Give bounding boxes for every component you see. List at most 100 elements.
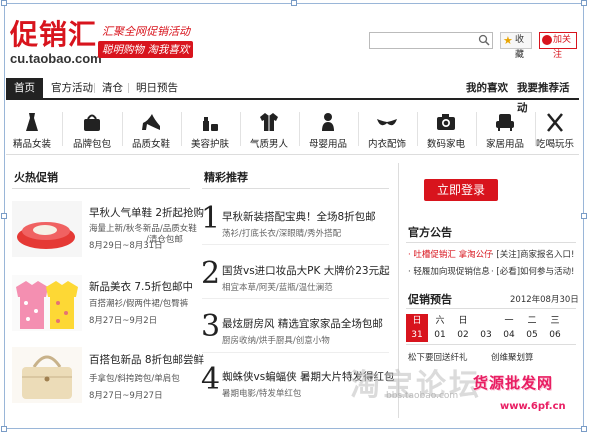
row-divider — [202, 352, 389, 353]
tagline-badge: 聪明购物 淘我喜欢 — [98, 41, 194, 58]
category-label: 气质男人 — [249, 139, 288, 150]
resize-handle[interactable] — [1, 426, 7, 432]
site-logo[interactable]: 促销汇 — [10, 20, 97, 50]
preview-date: 2012年08月30日 — [510, 295, 579, 305]
calendar-weekday: 日 — [458, 316, 468, 326]
resize-handle[interactable] — [581, 213, 587, 219]
recommend-link[interactable]: 我要推荐活动 — [517, 78, 579, 114]
category-divider — [299, 112, 300, 146]
resize-handle[interactable] — [1, 213, 7, 219]
category-item[interactable]: 吃喝玩乐 — [531, 106, 579, 152]
category-divider — [240, 112, 241, 146]
category-item[interactable]: 精品女装 — [8, 106, 56, 152]
nav-divider — [94, 83, 95, 93]
category-label: 吃喝玩乐 — [535, 139, 574, 150]
category-item[interactable]: 家居用品 — [481, 106, 529, 152]
category-label: 精品女装 — [12, 139, 51, 150]
category-label: 美容护肤 — [190, 139, 229, 150]
resize-handle[interactable] — [291, 0, 297, 6]
category-label: 母婴用品 — [308, 139, 347, 150]
category-item[interactable]: 品牌包包 — [68, 106, 116, 152]
resize-handle[interactable] — [581, 0, 587, 6]
rec-item-sub: 厨房收纳/烘手厨具/创意小物 — [222, 336, 330, 346]
category-item[interactable]: 美容护肤 — [186, 106, 234, 152]
search-input[interactable] — [369, 32, 493, 49]
calendar-weekday: 日 — [406, 314, 428, 328]
rank-number: 2 — [201, 256, 221, 291]
category-label: 家居用品 — [485, 139, 524, 150]
row-divider — [202, 244, 389, 245]
calendar-weekday: 一 — [504, 316, 514, 326]
rec-item-title[interactable]: 最炫厨房风 精选宜家家品全场包邮 — [222, 316, 383, 331]
category-label: 品牌包包 — [72, 139, 111, 150]
rank-number: 1 — [201, 201, 221, 236]
rec-item-title[interactable]: 国货vs进口妆品大PK 大牌价23元起 — [222, 263, 390, 278]
calendar-weekday: 二 — [527, 316, 537, 326]
promo-watermark-url: www.6pf.cn — [500, 401, 566, 412]
preview-item[interactable]: 创维聚划算 — [491, 351, 534, 363]
baby-icon — [322, 113, 334, 131]
tab-tomorrow[interactable]: 明日预告 — [136, 78, 178, 98]
my-likes-link[interactable]: 我的喜欢 — [466, 78, 508, 98]
category-divider — [417, 112, 418, 146]
category-item[interactable]: 母婴用品 — [304, 106, 352, 152]
cosmetics-icon — [203, 117, 218, 131]
category-item[interactable]: 内衣配饰 — [363, 106, 411, 152]
calendar-date[interactable]: 03 — [475, 328, 497, 342]
favorite-button[interactable]: ★ 收藏 — [500, 32, 532, 60]
resize-handle[interactable] — [1, 0, 7, 6]
category-item[interactable]: 品质女鞋 — [127, 106, 175, 152]
hot-item-date: 8月29日~8月31日 — [89, 241, 163, 251]
star-icon: ★ — [503, 34, 513, 47]
notice-item[interactable]: · 轻履加向现促销信息 — [408, 265, 490, 277]
login-button[interactable]: 立即登录 — [424, 179, 498, 201]
bra-icon — [377, 119, 397, 126]
category-divider — [476, 112, 477, 146]
hot-item-date: 8月27日~9月2日 — [89, 316, 158, 326]
preview-title: 促销预告 — [408, 293, 452, 306]
hot-item-sub: 百搭潮衫/假两件裙/包臀裤 — [89, 299, 189, 309]
shirt-icon — [260, 113, 278, 131]
promo-watermark: 货源批发网 — [473, 374, 554, 392]
product-image-handbag[interactable] — [12, 347, 82, 403]
forum-watermark-url: bbs.taobao.com — [386, 391, 459, 401]
hot-item-date: 8月27日~9月27日 — [89, 391, 163, 401]
rec-title: 精彩推荐 — [204, 171, 248, 184]
product-image-sweater[interactable] — [12, 275, 82, 331]
section-divider — [202, 188, 389, 189]
calendar-weekday: 六 — [435, 316, 445, 326]
hot-item-title[interactable]: 新品美衣 7.5折包邮中 — [89, 279, 193, 294]
hot-item-title[interactable]: 早秋人气单鞋 2折起抢购 — [89, 205, 204, 220]
category-label: 数码家电 — [426, 139, 465, 150]
rank-number: 3 — [201, 309, 221, 344]
calendar-date[interactable]: 04 — [498, 328, 520, 342]
calendar-date[interactable]: 05 — [521, 328, 543, 342]
search-icon[interactable] — [478, 34, 490, 46]
resize-handle[interactable] — [581, 426, 587, 432]
product-image-shoes[interactable] — [12, 201, 82, 257]
notice-item[interactable]: · [必看]如何参与活动! — [491, 265, 574, 277]
follow-button[interactable]: 加关注 — [539, 32, 577, 60]
tagline: 汇聚全网促销活动 — [102, 25, 190, 38]
calendar-date[interactable]: 06 — [544, 328, 566, 342]
section-divider — [12, 188, 190, 189]
calendar-date[interactable]: 01 — [429, 328, 451, 342]
hot-item-title[interactable]: 百搭包新品 8折包邮尝鲜 — [89, 352, 204, 367]
notice-item[interactable]: · [关注]商家报名入口! — [491, 248, 574, 260]
category-item[interactable]: 气质男人 — [245, 106, 293, 152]
rec-item-title[interactable]: 早秋新装搭配宝典！全场8折包邮 — [222, 209, 376, 224]
notice-title: 官方公告 — [408, 226, 452, 239]
main-nav: 首页 官方活动 清仓 明日预告 我的喜欢 我要推荐活动 — [6, 78, 579, 114]
rank-number: 4 — [201, 362, 221, 397]
camera-icon — [437, 114, 455, 130]
tab-official[interactable]: 官方活动 — [51, 78, 93, 98]
handbag-icon — [84, 114, 100, 131]
notice-item[interactable]: · 吐槽促销汇 拿淘公仔 — [408, 248, 493, 260]
tab-clearance[interactable]: 清仓 — [102, 78, 123, 98]
tab-home[interactable]: 首页 — [6, 78, 43, 98]
calendar-date[interactable]: 02 — [452, 328, 474, 342]
cutlery-icon — [547, 113, 563, 132]
calendar-date-selected[interactable]: 31 — [406, 328, 428, 342]
category-item[interactable]: 数码家电 — [422, 106, 470, 152]
category-divider — [62, 112, 63, 146]
